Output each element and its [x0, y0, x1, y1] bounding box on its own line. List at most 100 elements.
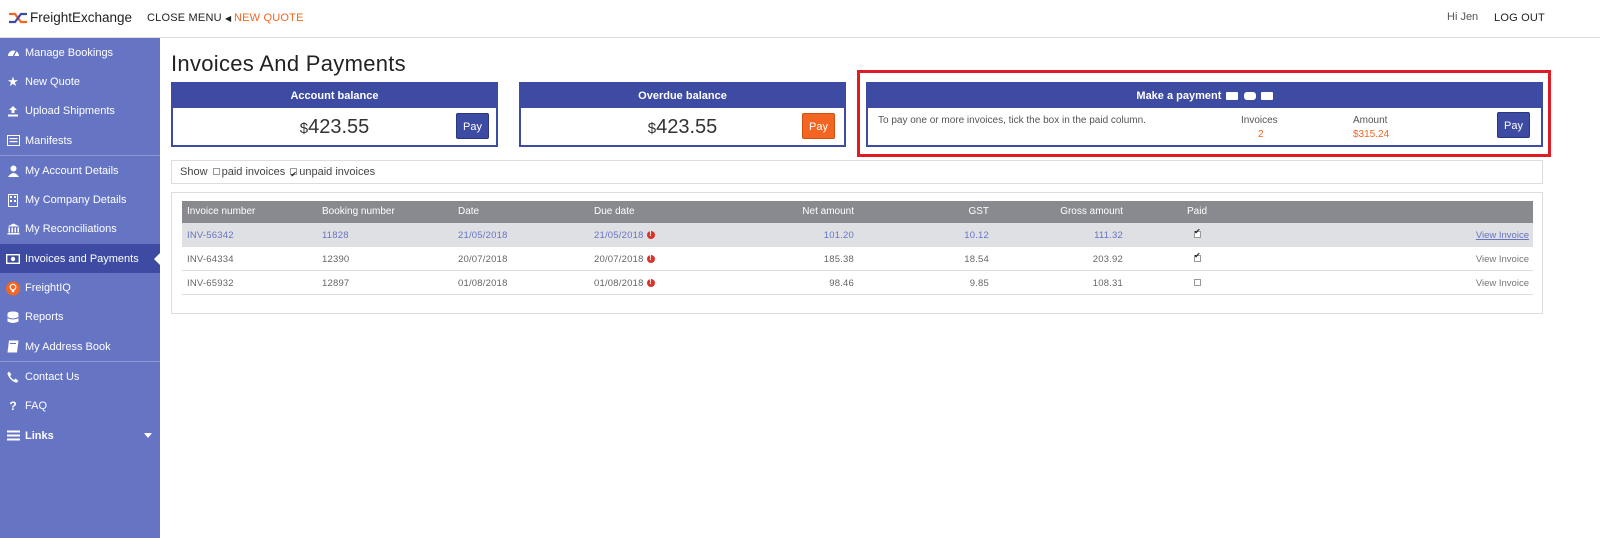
col-invoice-number[interactable]: Invoice number	[187, 206, 255, 217]
currency-symbol: $	[647, 120, 657, 137]
make-payment-pay-button[interactable]: Pay	[1497, 112, 1530, 138]
paid-invoices-checkbox[interactable]	[212, 167, 220, 175]
sidebar-item-freightiq[interactable]: FreightIQ	[0, 273, 160, 302]
make-payment-header: Make a payment	[868, 84, 1541, 108]
book-icon	[6, 340, 20, 354]
sidebar-item-label: My Reconciliations	[25, 223, 117, 236]
net-amount: 101.20	[823, 230, 854, 241]
paid-invoices-label: paid invoices	[221, 166, 286, 178]
sidebar-item-manifests[interactable]: Manifests	[0, 126, 160, 155]
paid-checkbox[interactable]	[1194, 278, 1201, 286]
account-balance-pay-button[interactable]: Pay	[456, 113, 489, 139]
card-icon	[1260, 92, 1273, 101]
table-row: INV-65932 12897 01/08/2018 01/08/2018! 9…	[182, 271, 1533, 295]
due-date: 01/08/2018!	[594, 278, 655, 289]
sidebar-item-label: Manage Bookings	[25, 46, 114, 59]
user-icon	[6, 164, 20, 178]
invoice-number: INV-56342	[187, 230, 234, 241]
net-amount: 185.38	[823, 254, 854, 265]
view-invoice-link[interactable]: View Invoice	[1476, 278, 1529, 289]
building-icon	[6, 193, 20, 207]
sidebar-item-contact-us[interactable]: Contact Us	[0, 362, 160, 391]
invoice-date: 01/08/2018	[458, 278, 508, 289]
due-date-value: 01/08/2018	[594, 278, 644, 289]
invoices-count-label: Invoices	[1241, 115, 1278, 126]
new-quote-link[interactable]: NEW QUOTE	[234, 12, 304, 24]
sidebar-item-label: My Company Details	[25, 194, 127, 207]
phone-icon	[6, 370, 20, 384]
user-greeting: Hi Jen	[1447, 11, 1479, 23]
make-payment-title: Make a payment	[1136, 90, 1222, 102]
caret-left-icon: ◀	[225, 14, 232, 23]
bank-icon	[6, 222, 20, 236]
col-due-date[interactable]: Due date	[594, 206, 635, 217]
sidebar-item-manage-bookings[interactable]: Manage Bookings	[0, 38, 160, 67]
gst-amount: 10.12	[964, 230, 989, 241]
view-invoice-link[interactable]: View Invoice	[1476, 230, 1529, 241]
invoice-date: 21/05/2018	[458, 230, 508, 241]
sidebar-item-my-account-details[interactable]: My Account Details	[0, 156, 160, 185]
payment-instruction: To pay one or more invoices, tick the bo…	[878, 115, 1146, 126]
filter-show-label: Show	[180, 166, 208, 178]
make-payment-card: Make a payment To pay one or more invoic…	[866, 82, 1543, 147]
sidebar-item-faq[interactable]: ? FAQ	[0, 392, 160, 421]
overdue-warning-icon: !	[646, 279, 655, 288]
unpaid-invoices-checkbox[interactable]	[290, 164, 298, 186]
col-gross-amount[interactable]: Gross amount	[1060, 206, 1123, 217]
view-invoice-link[interactable]: View Invoice	[1476, 254, 1529, 265]
close-menu-label: CLOSE MENU	[147, 12, 222, 24]
question-icon: ?	[9, 399, 17, 414]
gross-amount: 108.31	[1092, 278, 1123, 289]
due-date: 21/05/2018!	[594, 230, 655, 241]
sidebar-item-new-quote[interactable]: ★ New Quote	[0, 67, 160, 96]
col-booking-number[interactable]: Booking number	[322, 206, 395, 217]
invoice-date: 20/07/2018	[458, 254, 508, 265]
due-date-value: 21/05/2018	[594, 230, 644, 241]
overdue-warning-icon: !	[646, 255, 655, 264]
sidebar-item-label: FAQ	[25, 400, 48, 413]
overdue-balance-card: Overdue balance $423.55 Pay	[519, 82, 846, 147]
invoice-filter-bar: Show paid invoices unpaid invoices	[171, 160, 1543, 186]
col-gst[interactable]: GST	[968, 206, 989, 217]
menu-icon	[6, 429, 20, 443]
sidebar-item-my-company-details[interactable]: My Company Details	[0, 185, 160, 214]
col-net-amount[interactable]: Net amount	[802, 206, 854, 217]
col-paid[interactable]: Paid	[1187, 206, 1207, 217]
overdue-balance-amount: $423.55	[521, 116, 844, 139]
payment-amount-value: $315.24	[1353, 129, 1390, 140]
logo-icon	[9, 12, 27, 23]
sidebar-item-links[interactable]: Links	[0, 421, 160, 450]
paid-checkbox[interactable]	[1194, 227, 1201, 238]
paid-cell	[1192, 251, 1203, 265]
chevron-down-icon[interactable]	[144, 432, 152, 438]
overdue-balance-title: Overdue balance	[521, 84, 844, 108]
paid-checkbox[interactable]	[1194, 251, 1201, 262]
top-bar: FreightExchange CLOSE MENU ◀ NEW QUOTE H…	[0, 0, 1600, 38]
overdue-balance-pay-button[interactable]: Pay	[802, 113, 835, 139]
due-date-value: 20/07/2018	[594, 254, 644, 265]
account-balance-card: Account balance $423.55 Pay	[171, 82, 498, 147]
invoice-number: INV-64334	[187, 254, 234, 265]
sidebar-item-my-reconciliations[interactable]: My Reconciliations	[0, 215, 160, 244]
overdue-warning-icon: !	[646, 231, 655, 240]
gst-amount: 9.85	[969, 278, 989, 289]
dashboard-icon	[6, 46, 20, 60]
sidebar-item-upload-shipments[interactable]: Upload Shipments	[0, 97, 160, 126]
net-amount: 98.46	[829, 278, 854, 289]
brand-logo[interactable]: FreightExchange	[8, 10, 132, 25]
col-date[interactable]: Date	[458, 206, 479, 217]
account-balance-amount: $423.55	[173, 116, 496, 139]
gross-amount: 203.92	[1092, 254, 1123, 265]
booking-number: 11828	[322, 230, 349, 241]
sidebar-item-invoices-and-payments[interactable]: Invoices and Payments	[0, 244, 160, 274]
sidebar-item-reports[interactable]: Reports	[0, 303, 160, 332]
close-menu-link[interactable]: CLOSE MENU ◀	[147, 12, 231, 24]
table-row: INV-64334 12390 20/07/2018 20/07/2018! 1…	[182, 247, 1533, 271]
brand-name: FreightExchange	[30, 10, 133, 25]
sidebar-item-my-address-book[interactable]: My Address Book	[0, 332, 160, 361]
star-icon: ★	[7, 73, 19, 89]
booking-number: 12390	[322, 254, 350, 265]
logout-link[interactable]: LOG OUT	[1494, 12, 1545, 24]
invoices-count-value: 2	[1258, 129, 1264, 140]
sidebar-item-label: Links	[25, 429, 54, 442]
